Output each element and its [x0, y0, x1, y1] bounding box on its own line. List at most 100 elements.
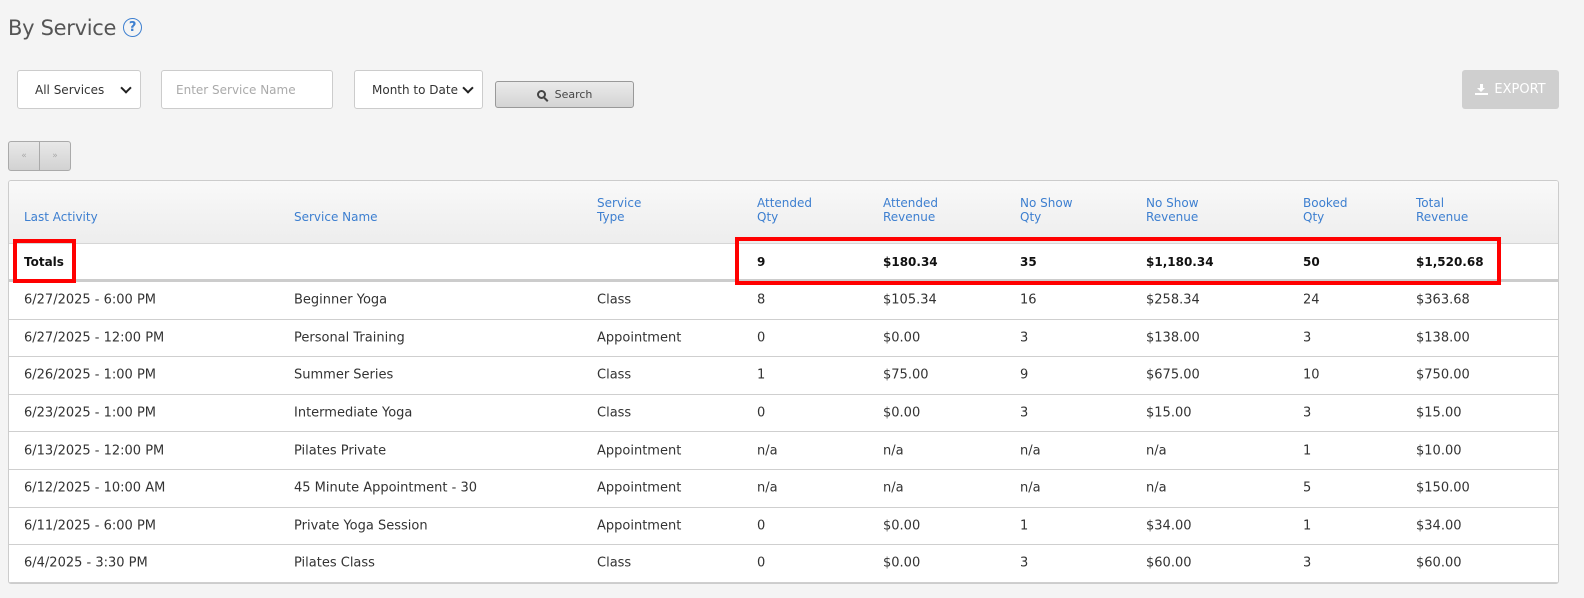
cell-attended-revenue: n/a [883, 480, 904, 496]
page-header: By Service ? [8, 16, 143, 40]
cell-total-revenue: $10.00 [1416, 443, 1462, 459]
cell-service-name: Beginner Yoga [294, 292, 388, 308]
service-filter-value: All Services [35, 82, 105, 97]
cell-service-name: Private Yoga Session [294, 518, 428, 534]
cell-last-activity: 6/26/2025 - 1:00 PM [24, 367, 156, 383]
pager: « » [8, 141, 71, 171]
cell-last-activity: Totals [24, 254, 64, 269]
cell-no-show-qty: 1 [1020, 518, 1029, 534]
column-header-service-name[interactable]: Service Name [294, 210, 378, 224]
cell-booked-qty: 1 [1303, 443, 1312, 459]
cell-total-revenue: $34.00 [1416, 518, 1462, 534]
cell-attended-qty: 0 [757, 330, 766, 346]
cell-no-show-revenue: $15.00 [1146, 405, 1192, 421]
search-button-label: Search [554, 88, 593, 101]
services-table: Last Activity Service Name Service Type Atte… [8, 180, 1559, 584]
cell-no-show-revenue: $1,180.34 [1146, 254, 1214, 269]
cell-no-show-qty: 3 [1020, 555, 1029, 571]
cell-total-revenue: $363.68 [1416, 292, 1470, 308]
cell-total-revenue: $138.00 [1416, 330, 1470, 346]
cell-service-name: Pilates Private [294, 443, 387, 459]
cell-total-revenue: $15.00 [1416, 405, 1462, 421]
cell-last-activity: 6/11/2025 - 6:00 PM [24, 518, 156, 534]
table-row: 6/4/2025 - 3:30 PM Pilates Class Class 0 $0.… [9, 545, 1558, 583]
table-row: 6/23/2025 - 1:00 PM Intermediate Yoga Clas… [9, 395, 1558, 433]
cell-attended-revenue: $0.00 [883, 555, 921, 571]
cell-no-show-qty: 3 [1020, 330, 1029, 346]
cell-no-show-qty: n/a [1020, 480, 1041, 496]
table-row: 6/11/2025 - 6:00 PM Private Yoga Session A… [9, 508, 1558, 546]
cell-service-type: Appointment [597, 480, 682, 496]
search-icon [536, 90, 546, 99]
cell-attended-qty: 1 [757, 367, 766, 383]
cell-booked-qty: 3 [1303, 405, 1312, 421]
cell-service-name: Summer Series [294, 367, 394, 383]
cell-last-activity: 6/13/2025 - 12:00 PM [24, 443, 165, 459]
cell-service-type: Appointment [597, 443, 682, 459]
cell-no-show-qty: 9 [1020, 367, 1029, 383]
column-header-no-show-qty[interactable]: No Show Qty [1020, 196, 1073, 224]
service-name-input[interactable]: Enter Service Name [161, 70, 333, 109]
service-filter-select[interactable]: All Services [17, 70, 141, 109]
cell-service-name: Intermediate Yoga [294, 405, 413, 421]
help-icon[interactable]: ? [123, 17, 143, 37]
cell-last-activity: 6/23/2025 - 1:00 PM [24, 405, 156, 421]
download-icon [1475, 83, 1489, 96]
cell-service-type: Appointment [597, 518, 682, 534]
cell-total-revenue: $150.00 [1416, 480, 1470, 496]
cell-no-show-revenue: $258.34 [1146, 292, 1200, 308]
column-header-booked-qty[interactable]: Booked Qty [1303, 196, 1347, 224]
cell-last-activity: 6/27/2025 - 12:00 PM [24, 330, 165, 346]
date-range-select[interactable]: Month to Date [354, 70, 483, 109]
cell-booked-qty: 50 [1303, 254, 1320, 269]
cell-total-revenue: $1,520.68 [1416, 254, 1484, 269]
cell-booked-qty: 3 [1303, 555, 1312, 571]
cell-service-name: 45 Minute Appointment - 30 [294, 480, 478, 496]
cell-no-show-qty: 16 [1020, 292, 1037, 308]
cell-no-show-revenue: n/a [1146, 480, 1167, 496]
column-header-attended-qty[interactable]: Attended Qty [757, 196, 812, 224]
cell-attended-qty: n/a [757, 443, 778, 459]
table-row: 6/27/2025 - 6:00 PM Beginner Yoga Class 8 $1… [9, 282, 1558, 320]
cell-service-type: Class [597, 292, 632, 308]
cell-service-type: Class [597, 405, 632, 421]
cell-no-show-revenue: $675.00 [1146, 367, 1200, 383]
column-header-attended-revenue[interactable]: Attended Revenue [883, 196, 938, 224]
export-button[interactable]: EXPORT [1462, 70, 1559, 109]
cell-service-type: Appointment [597, 330, 682, 346]
cell-no-show-qty: 3 [1020, 405, 1029, 421]
cell-attended-revenue: $0.00 [883, 405, 921, 421]
cell-attended-revenue: n/a [883, 443, 904, 459]
column-header-last-activity[interactable]: Last Activity [24, 210, 98, 224]
cell-attended-qty: 0 [757, 555, 766, 571]
cell-no-show-revenue: $60.00 [1146, 555, 1192, 571]
table-row: 6/27/2025 - 12:00 PM Personal Training App… [9, 320, 1558, 358]
cell-booked-qty: 24 [1303, 292, 1320, 308]
cell-booked-qty: 1 [1303, 518, 1312, 534]
pager-prev-button[interactable]: « [9, 142, 39, 170]
cell-attended-qty: 8 [757, 292, 766, 308]
column-header-no-show-revenue[interactable]: No Show Revenue [1146, 196, 1199, 224]
cell-service-name: Personal Training [294, 330, 405, 346]
page-title: By Service [8, 16, 117, 40]
column-header-service-type[interactable]: Service Type [597, 196, 641, 224]
search-button[interactable]: Search [495, 81, 634, 108]
cell-service-type: Class [597, 555, 632, 571]
chevron-down-icon [120, 81, 132, 94]
cell-service-type: Class [597, 367, 632, 383]
cell-attended-revenue: $105.34 [883, 292, 937, 308]
cell-booked-qty: 3 [1303, 330, 1312, 346]
table-row: 6/13/2025 - 12:00 PM Pilates Private Appoi… [9, 432, 1558, 470]
table-row: 6/12/2025 - 10:00 AM 45 Minute Appointmen… [9, 470, 1558, 508]
cell-last-activity: 6/4/2025 - 3:30 PM [24, 555, 148, 571]
cell-no-show-qty: 35 [1020, 254, 1037, 269]
cell-no-show-revenue: $34.00 [1146, 518, 1192, 534]
chevron-down-icon [462, 81, 474, 94]
cell-attended-qty: 9 [757, 254, 766, 269]
cell-attended-revenue: $0.00 [883, 330, 921, 346]
pager-next-button[interactable]: » [39, 142, 70, 170]
cell-total-revenue: $750.00 [1416, 367, 1470, 383]
service-name-placeholder: Enter Service Name [176, 82, 296, 97]
date-range-value: Month to Date [372, 82, 458, 97]
column-header-total-revenue[interactable]: Total Revenue [1416, 196, 1468, 224]
